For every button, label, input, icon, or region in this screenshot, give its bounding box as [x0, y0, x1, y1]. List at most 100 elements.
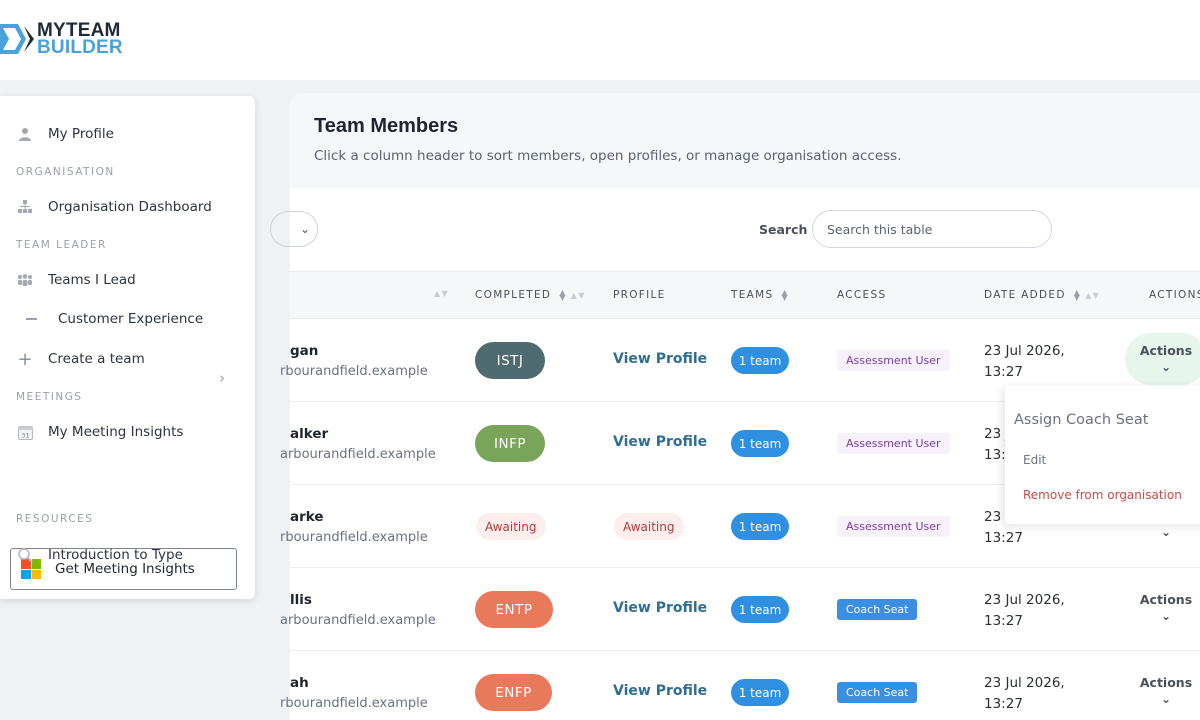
table-header: ▲▼ COMPLETED ▲ ▼ ▲▼ PROFILE TEAMS ▲ ▼ ACCE… — [290, 271, 1200, 319]
org-chart-icon — [16, 198, 34, 216]
actions-label: Actions — [1139, 675, 1193, 690]
search-input[interactable] — [812, 210, 1052, 248]
actions-button[interactable]: Actions ⌄ — [1135, 592, 1197, 623]
member-email: arbourandfield.example — [280, 447, 436, 462]
type-badge: INFP — [475, 425, 545, 462]
edit-item[interactable]: Edit — [1023, 453, 1046, 467]
calendar-icon: 31 — [16, 423, 34, 441]
assign-coach-seat-item[interactable]: Assign Coach Seat — [1014, 412, 1148, 428]
access-badge: Assessment User — [837, 350, 950, 371]
teams-badge[interactable]: 1 team — [731, 347, 789, 374]
awaiting-type-badge: Awaiting — [476, 513, 546, 540]
users-icon — [16, 271, 34, 289]
date-value: 23 — [984, 509, 1002, 525]
column-header-profile[interactable]: PROFILE — [613, 289, 666, 301]
sidebar-item-org-dashboard[interactable]: Organisation Dashboard — [16, 198, 212, 216]
type-badge: ENFP — [475, 674, 552, 711]
page-subtitle: Click a column header to sort members, o… — [314, 148, 902, 164]
actions-label: Actions — [1139, 592, 1193, 607]
sidebar-item-label: Customer Experience — [58, 311, 204, 327]
date-value: 23 Jul 2026, — [984, 675, 1065, 691]
column-label: ACTIONS — [1149, 289, 1200, 301]
access-badge: Coach Seat — [837, 599, 918, 620]
teams-badge[interactable]: 1 team — [731, 430, 789, 457]
column-label: COMPLETED — [475, 289, 552, 301]
sidebar-item-my-meeting-insights[interactable]: 31 My Meeting Insights — [16, 423, 183, 441]
column-header-access[interactable]: ACCESS — [837, 289, 886, 301]
type-badge: ISTJ — [475, 342, 545, 379]
chevron-down-icon: ⌄ — [1160, 692, 1172, 706]
user-icon — [16, 125, 34, 143]
actions-button[interactable]: Actions ⌄ — [1135, 343, 1197, 374]
actions-dropdown-menu: Assign Coach Seat Edit Remove from organ… — [1005, 386, 1200, 524]
date-added: 23 Jul 2026, 13:27 — [984, 590, 1065, 632]
access-badge: Assessment User — [837, 516, 950, 537]
member-name: arke — [290, 509, 324, 525]
remove-from-organisation-item[interactable]: Remove from organisation — [1023, 488, 1182, 502]
page-header: Team Members Click a column header to so… — [290, 93, 1200, 188]
brand-logo[interactable]: MYTEAM BUILDER — [0, 20, 123, 58]
member-name: alker — [290, 426, 329, 442]
view-profile-link[interactable]: View Profile — [613, 434, 707, 450]
teams-badge[interactable]: 1 team — [731, 679, 789, 706]
date-value: 23 Jul 2026, — [984, 343, 1065, 359]
sidebar-item-intro-to-type[interactable]: Introduction to Type — [16, 546, 183, 564]
actions-label: Actions — [1139, 343, 1193, 358]
column-header-completed[interactable]: COMPLETED ▲ ▼ ▲▼ — [475, 288, 586, 302]
sidebar-item-label: My Profile — [48, 126, 114, 142]
time-value: 13:27 — [984, 530, 1023, 546]
section-meetings: MEETINGS — [16, 391, 83, 403]
access-badge: Assessment User — [837, 433, 950, 454]
sidebar-item-my-profile[interactable]: My Profile — [16, 125, 114, 143]
member-email: rbourandfield.example — [280, 530, 428, 545]
column-label: PROFILE — [613, 289, 666, 301]
sidebar-item-label: My Meeting Insights — [48, 424, 184, 440]
type-badge: ENTP — [475, 591, 553, 628]
plus-icon: + — [17, 348, 33, 370]
sidebar-item-customer-experience[interactable]: Customer Experience — [26, 311, 203, 327]
date-added: 23 Jul 2026, 13:27 — [984, 673, 1065, 715]
time-value: 13:27 — [984, 613, 1023, 629]
brand-line-2: BUILDER — [37, 37, 123, 58]
sort-faint-icon: ▲▼ — [1085, 290, 1101, 300]
actions-button[interactable]: ⌄ — [1135, 523, 1197, 539]
sort-icon: ▲ ▼ — [1073, 288, 1082, 302]
time-value: 13:27 — [984, 364, 1023, 380]
logo-mark-icon — [0, 20, 34, 58]
search-doc-icon — [16, 546, 34, 564]
column-header-actions: ACTIONS — [1149, 289, 1200, 301]
awaiting-profile-badge: Awaiting — [614, 513, 684, 540]
search-label: Search — [759, 222, 808, 237]
section-team-leader: TEAM LEADER — [16, 239, 107, 251]
sort-faint-icon[interactable]: ▲▼ — [430, 289, 449, 298]
table-row: ah rbourandfield.example ENFP View Profi… — [280, 651, 1200, 720]
member-email: rbourandfield.example — [280, 696, 428, 711]
sort-icon: ▲ ▼ — [559, 288, 567, 302]
date-value: 23 Jul 2026, — [984, 592, 1065, 608]
sidebar-item-label: Introduction to Type — [48, 547, 183, 563]
column-label: ACCESS — [837, 289, 887, 301]
chevron-down-icon: ⌄ — [1160, 525, 1172, 539]
column-header-teams[interactable]: TEAMS ▲ ▼ — [731, 288, 789, 302]
chevron-down-icon: ⌄ — [1160, 360, 1172, 374]
top-bar: MYTEAM BUILDER — [0, 0, 1200, 80]
view-profile-link[interactable]: View Profile — [613, 351, 707, 367]
access-badge: Coach Seat — [837, 682, 918, 703]
view-profile-link[interactable]: View Profile — [613, 683, 707, 699]
member-email: rbourandfield.example — [280, 364, 428, 379]
chevron-down-icon: ⌄ — [299, 222, 310, 236]
dash-icon — [26, 318, 37, 320]
chevron-right-icon[interactable]: › — [219, 369, 225, 387]
view-profile-link[interactable]: View Profile — [613, 600, 707, 616]
teams-badge[interactable]: 1 team — [731, 596, 789, 623]
actions-button[interactable]: Actions ⌄ — [1135, 675, 1197, 706]
member-name: ah — [290, 675, 309, 691]
page-size-select[interactable]: ⌄ — [270, 211, 318, 247]
column-header-date-added[interactable]: DATE ADDED ▲ ▼ ▲▼ — [984, 288, 1101, 302]
sort-icon: ▲ ▼ — [781, 288, 789, 302]
teams-badge[interactable]: 1 team — [731, 513, 789, 540]
sidebar-item-label: Create a team — [48, 351, 145, 367]
column-label: TEAMS — [731, 289, 774, 301]
sidebar-item-create-team[interactable]: + Create a team — [16, 348, 145, 370]
sidebar-item-teams-i-lead[interactable]: Teams I Lead — [16, 271, 136, 289]
